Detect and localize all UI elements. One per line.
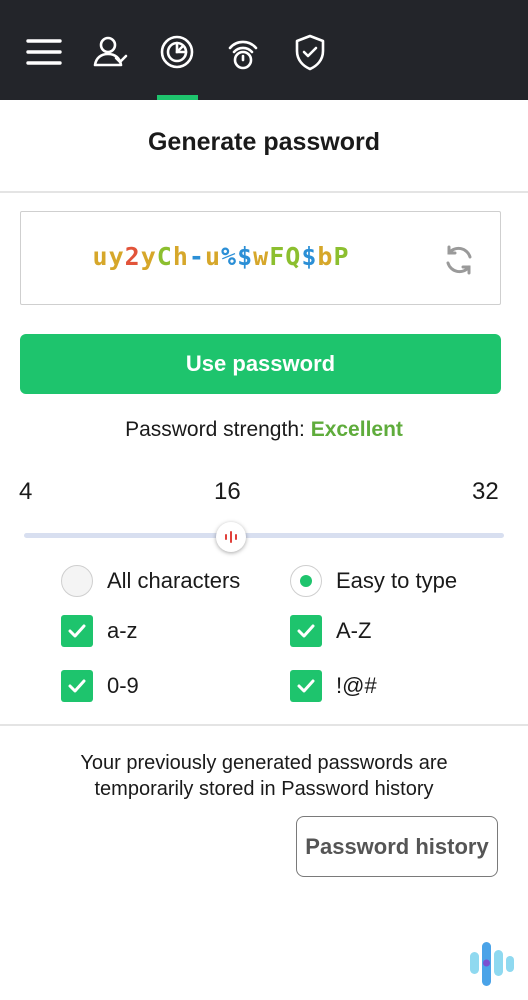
security-icon	[295, 34, 325, 71]
brand-logo-icon	[470, 942, 514, 986]
user-icon	[93, 36, 128, 67]
checkmark-icon	[68, 679, 86, 693]
page-title: Generate password	[147, 128, 381, 156]
password-char: F	[269, 242, 286, 271]
checkbox[interactable]	[61, 615, 93, 647]
radio-label: Easy to type	[336, 568, 458, 593]
password-char: -	[188, 242, 205, 271]
password-char: h	[172, 242, 189, 271]
password-strength: Password strength: Excellent	[0, 418, 528, 442]
history-note: Your previously generated passwords are …	[0, 750, 528, 802]
active-tab-indicator	[157, 95, 198, 100]
radio-button[interactable]	[290, 565, 322, 597]
checkmark-icon	[68, 624, 86, 638]
password-char: w	[253, 242, 270, 271]
checkmark-icon	[297, 624, 315, 638]
checkbox[interactable]	[290, 670, 322, 702]
length-slider-track[interactable]	[24, 533, 504, 538]
history-note-line: Your previously generated passwords are	[80, 752, 448, 774]
checkbox-lowercase[interactable]: a-z	[61, 615, 138, 647]
generated-password-field[interactable]: uy2yCh-u%$wFQ$bP	[20, 211, 501, 305]
radio-button[interactable]	[61, 565, 93, 597]
checkmark-icon	[297, 679, 315, 693]
length-max-label: 32	[472, 478, 499, 505]
generator-icon	[228, 40, 258, 70]
checkbox-label: A-Z	[336, 618, 372, 643]
length-current-label: 16	[214, 478, 241, 505]
top-nav-bar	[0, 0, 528, 100]
checkbox[interactable]	[61, 670, 93, 702]
password-history-button[interactable]: Password history	[296, 816, 498, 877]
password-char: u	[92, 242, 109, 271]
grip-icon	[225, 531, 237, 543]
radio-easy-to-type[interactable]: Easy to type	[290, 565, 457, 597]
length-slider-handle[interactable]	[216, 522, 246, 552]
password-char: 2	[124, 242, 141, 271]
password-char: b	[317, 242, 334, 271]
password-char: P	[333, 242, 350, 271]
use-password-button[interactable]: Use password	[20, 334, 501, 394]
vault-button[interactable]	[153, 24, 201, 80]
security-button[interactable]	[286, 24, 334, 80]
password-char: u	[204, 242, 221, 271]
checkbox-label: a-z	[107, 618, 138, 643]
password-char: C	[156, 242, 173, 271]
checkbox-digits[interactable]: 0-9	[61, 670, 139, 702]
checkbox[interactable]	[290, 615, 322, 647]
generator-button[interactable]	[219, 24, 267, 80]
divider	[0, 724, 528, 726]
radio-all-characters[interactable]: All characters	[61, 565, 240, 597]
password-char: y	[108, 242, 125, 271]
strength-label: Password strength:	[125, 418, 305, 441]
refresh-icon[interactable]	[442, 243, 476, 277]
password-char: %	[221, 242, 238, 271]
history-note-line: temporarily stored in Password history	[94, 778, 434, 800]
radio-label: All characters	[107, 568, 241, 593]
divider	[0, 191, 528, 193]
password-char: y	[140, 242, 157, 271]
vault-icon	[160, 35, 194, 69]
strength-value: Excellent	[310, 418, 403, 441]
password-char: $	[237, 242, 254, 271]
menu-button[interactable]	[20, 24, 68, 80]
checkbox-label: 0-9	[107, 673, 139, 698]
password-char: $	[301, 242, 318, 271]
account-button[interactable]	[86, 24, 134, 80]
password-char: Q	[285, 242, 302, 271]
checkbox-uppercase[interactable]: A-Z	[290, 615, 371, 647]
checkbox-label: !@#	[336, 673, 377, 698]
menu-icon	[26, 39, 62, 65]
length-min-label: 4	[19, 478, 33, 505]
checkbox-symbols[interactable]: !@#	[290, 670, 377, 702]
generated-password: uy2yCh-u%$wFQ$bP	[21, 242, 421, 271]
